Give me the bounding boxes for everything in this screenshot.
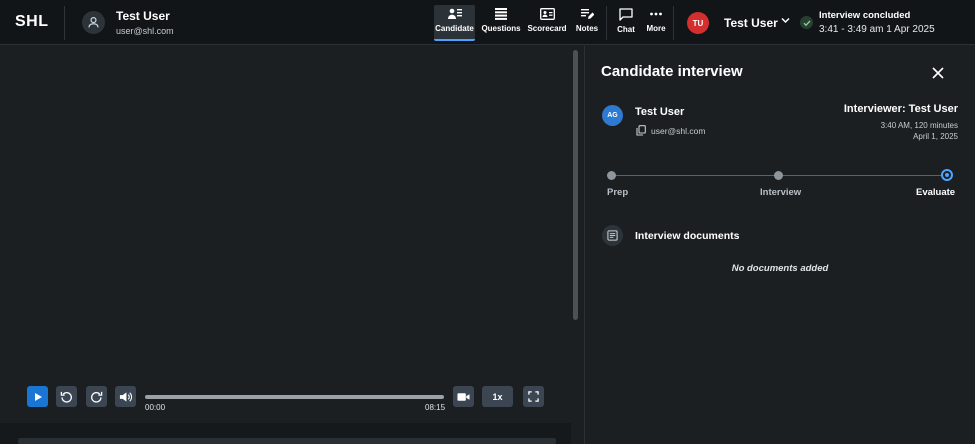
notes-icon [580,9,594,19]
play-icon [34,392,42,401]
interviewer-name: Interviewer: Test User [843,103,958,115]
tab-label: Scorecard [527,24,567,33]
tab-chat[interactable]: Chat [614,5,638,41]
fullscreen-icon [528,391,539,402]
interview-time: 3:40 AM, 120 minutes [880,121,958,130]
forward-icon [91,391,103,403]
video-camera-icon [457,392,470,401]
candidate-email: user@shl.com [651,126,706,136]
divider [673,6,674,40]
user-name: Test User [116,9,170,23]
divider [606,6,607,40]
tab-questions[interactable]: Questions [481,5,521,41]
step-connector [780,175,943,176]
horizontal-scrollbar[interactable] [18,438,556,444]
interview-status: Interview concluded [819,10,911,21]
documents-empty-message: No documents added [731,263,829,274]
scorecard-icon [539,8,555,20]
tab-scorecard[interactable]: Scorecard [527,5,567,41]
video-player[interactable] [0,46,571,423]
step-label-evaluate: Evaluate [916,187,956,198]
step-dot-evaluate [941,169,953,181]
duration: 08:15 [425,403,446,412]
account-avatar[interactable]: TU [687,12,709,34]
copy-icon[interactable] [636,125,646,136]
step-label-prep: Prep [607,187,629,198]
volume-icon [119,391,132,402]
interview-date: April 1, 2025 [913,132,958,141]
forward-button[interactable] [86,386,107,407]
playback-speed-button[interactable]: 1x [482,386,513,407]
candidate-name: Test User [635,106,685,118]
camera-button[interactable] [453,386,474,407]
status-check-icon [800,16,813,29]
scrollbar[interactable] [573,50,578,320]
rewind-button[interactable] [56,386,77,407]
questions-icon [495,8,507,20]
step-dot-prep [607,171,616,180]
fullscreen-button[interactable] [523,386,544,407]
tab-more[interactable]: More [643,5,669,41]
divider [64,6,65,40]
step-connector [612,175,777,176]
step-label-interview: Interview [760,187,802,198]
tab-label: Candidate [435,24,474,33]
tab-label: More [646,24,666,33]
close-icon[interactable] [931,66,945,80]
more-icon [650,12,662,16]
tab-label: Notes [575,24,599,33]
chevron-down-icon[interactable] [780,15,791,26]
volume-button[interactable] [115,386,136,407]
tab-notes[interactable]: Notes [574,5,600,41]
play-button[interactable] [27,386,48,407]
user-avatar [82,11,105,34]
candidate-avatar: AG [602,105,623,126]
tab-label: Questions [481,24,521,33]
tab-label: Chat [617,25,635,34]
shl-logo[interactable]: SHL [15,13,49,31]
documents-title: Interview documents [635,230,740,242]
candidate-icon [447,8,462,19]
panel-title: Candidate interview [601,63,743,80]
current-time: 00:00 [145,403,166,412]
interview-time-range: 3:41 - 3:49 am 1 Apr 2025 [819,24,935,35]
person-icon [88,17,99,28]
tab-candidate[interactable]: Candidate [434,5,475,41]
video-progress-bar[interactable] [145,395,444,399]
step-dot-interview [774,171,783,180]
account-name[interactable]: Test User [724,16,778,30]
document-icon [602,225,623,246]
user-email: user@shl.com [116,26,174,36]
rewind-icon [60,391,72,403]
chat-icon [619,8,633,21]
